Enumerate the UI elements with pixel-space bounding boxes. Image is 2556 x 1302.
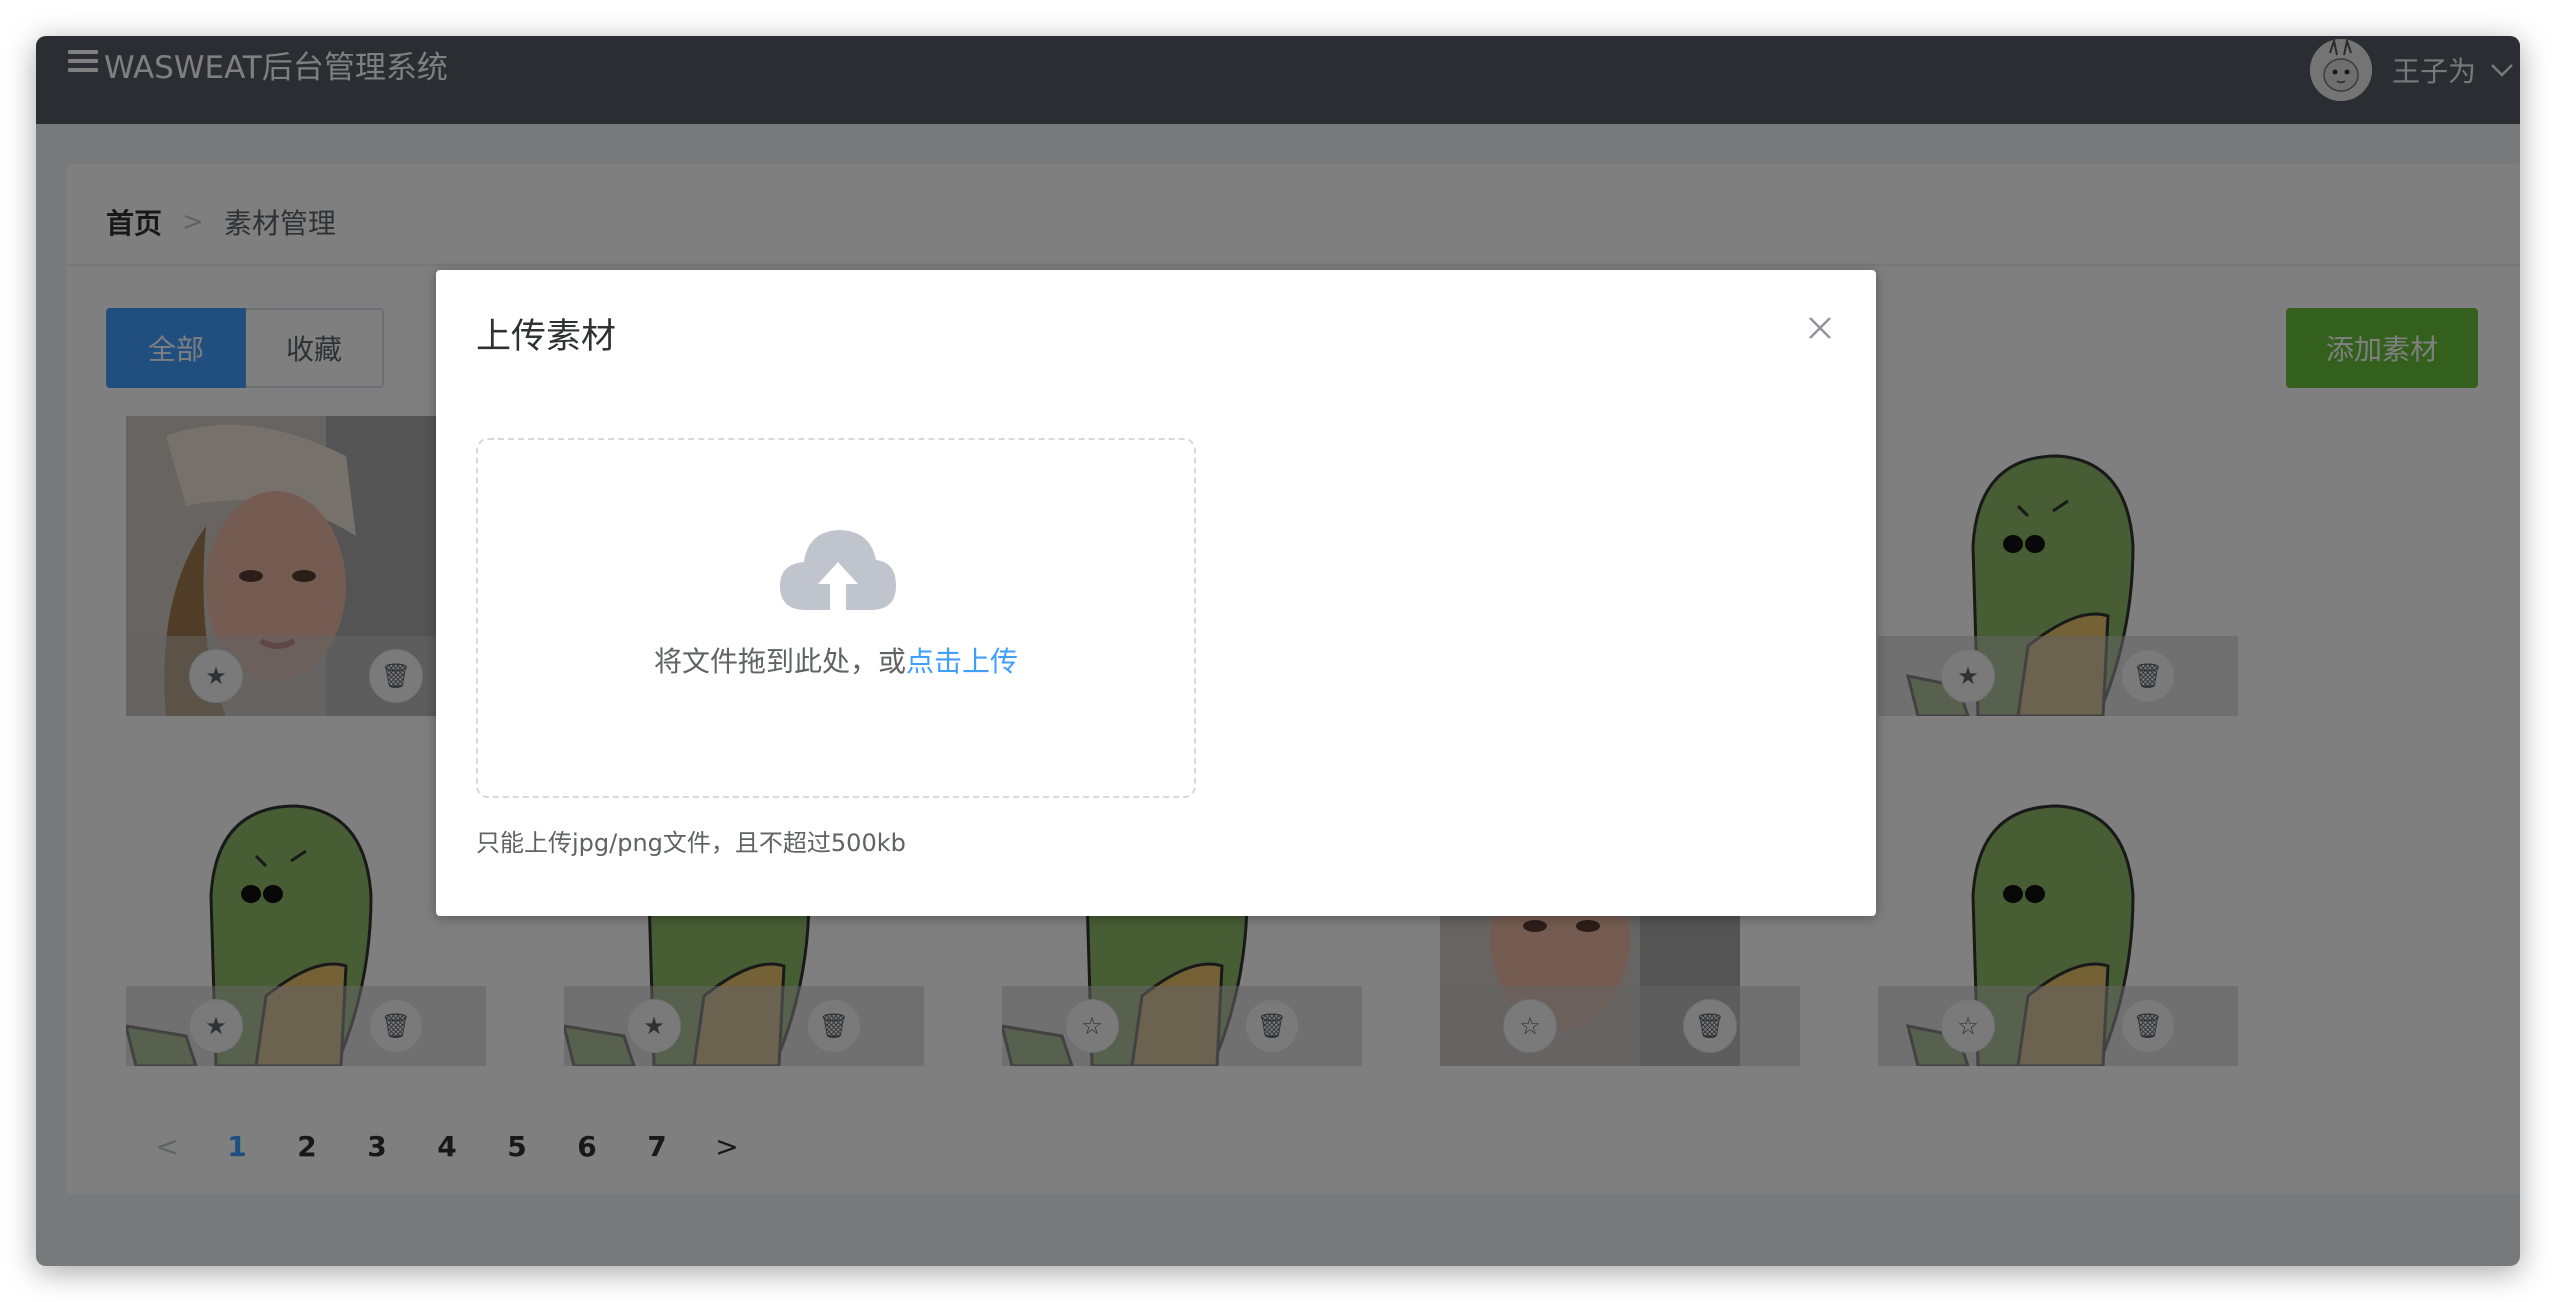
upload-cloud-icon	[780, 530, 896, 610]
upload-dialog: 上传素材 将文件拖到此处，或点击上传 只能上传jpg/png文件，且不超过500…	[436, 270, 1876, 916]
close-icon[interactable]	[1804, 312, 1836, 344]
drop-instruction: 将文件拖到此处，或	[653, 645, 906, 678]
upload-dropzone[interactable]: 将文件拖到此处，或点击上传	[476, 438, 1196, 798]
dialog-title: 上传素材	[476, 317, 617, 357]
upload-tip: 只能上传jpg/png文件，且不超过500kb	[476, 829, 906, 857]
drop-text: 将文件拖到此处，或点击上传	[478, 640, 1194, 680]
app-window: WASWEAT后台管理系统 王子为 首页 > 素材管理	[36, 36, 2520, 1266]
click-upload-link[interactable]: 点击上传	[906, 645, 1018, 678]
